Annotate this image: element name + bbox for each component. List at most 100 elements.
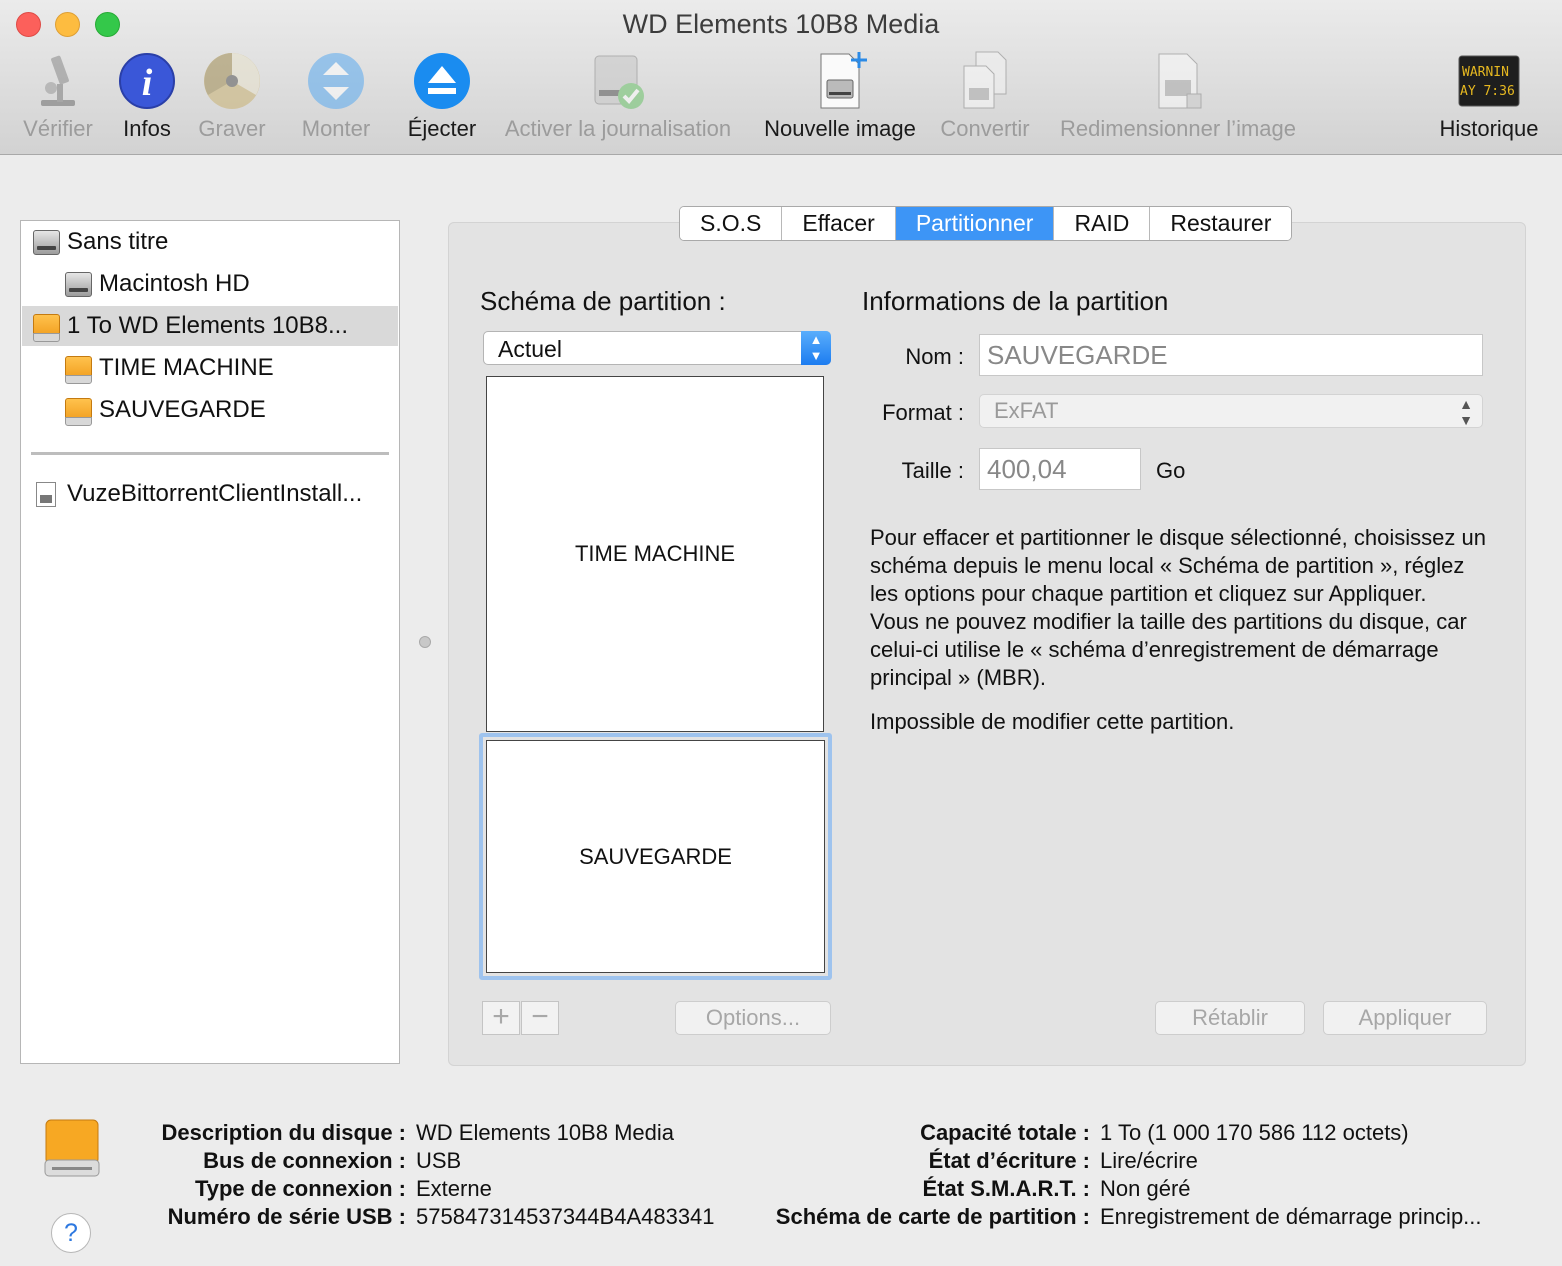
info-label: Infos <box>123 116 171 141</box>
external-volume-icon <box>65 398 92 426</box>
partition-block-label: SAUVEGARDE <box>579 843 732 869</box>
add-partition-button[interactable]: + <box>482 1001 520 1035</box>
partition-map-label: Schéma de carte de partition : <box>775 1204 1090 1229</box>
connection-type-label: Type de connexion : <box>194 1176 406 1201</box>
smart-status-value: Non géré <box>1100 1176 1191 1201</box>
burn-label: Graver <box>198 116 266 141</box>
options-button[interactable]: Options... <box>675 1001 831 1035</box>
sidebar-item-label: TIME MACHINE <box>99 354 274 381</box>
split-view-handle[interactable] <box>419 636 431 648</box>
remove-partition-button[interactable]: − <box>521 1001 559 1035</box>
partition-help-text: Pour effacer et partitionner le disque s… <box>870 524 1490 752</box>
name-label: Nom : <box>905 344 964 369</box>
popup-stepper-icon: ▲ ▼ <box>801 331 831 365</box>
sidebar-item-label: Sans titre <box>67 228 169 255</box>
eject-label: Éjecter <box>407 116 477 141</box>
resize-image-icon <box>1158 53 1202 109</box>
enable-journaling-label: Activer la journalisation <box>504 116 732 141</box>
tab-partition[interactable]: Partitionner <box>895 207 1055 240</box>
tab-erase[interactable]: Effacer <box>782 207 896 240</box>
mount-button[interactable]: Monter <box>292 50 380 150</box>
sidebar-item-sans-titre[interactable]: Sans titre <box>22 222 398 262</box>
convert-button[interactable]: Convertir <box>934 50 1036 150</box>
verify-button[interactable]: Vérifier <box>14 50 102 150</box>
convert-icon <box>963 51 1007 109</box>
tab-bar: S.O.S Effacer Partitionner RAID Restaure… <box>679 206 1293 241</box>
journaling-disk-icon <box>594 55 644 109</box>
hard-disk-icon <box>65 272 92 297</box>
external-volume-icon <box>65 356 92 384</box>
console-log-icon: WARNIN AY 7:36 <box>1458 55 1520 107</box>
partition-block-label: TIME MACHINE <box>574 541 736 566</box>
info-button[interactable]: i Infos <box>112 50 182 150</box>
size-unit-label: Go <box>1156 458 1186 483</box>
history-icon-line-2: AY 7:36 <box>1460 84 1515 99</box>
apply-button[interactable]: Appliquer <box>1323 1001 1487 1035</box>
window-title: WD Elements 10B8 Media <box>622 9 940 39</box>
tab-first-aid[interactable]: S.O.S <box>680 207 783 240</box>
history-label: Historique <box>1439 116 1539 141</box>
connection-bus-label: Bus de connexion : <box>203 1148 406 1173</box>
disk-image-file-icon <box>36 482 56 507</box>
partition-format-value: ExFAT <box>994 398 1059 423</box>
help-paragraph: Vous ne pouvez modifier la taille des pa… <box>870 609 1467 690</box>
sidebar-item-time-machine[interactable]: TIME MACHINE <box>22 348 398 388</box>
sidebar-item-vuze-installer[interactable]: VuzeBittorrentClientInstall... <box>22 474 398 514</box>
resize-image-button[interactable]: Redimensionner l’image <box>1048 50 1308 150</box>
burn-disc-icon <box>204 53 260 109</box>
partition-size-field[interactable]: 400,04 <box>979 448 1141 490</box>
history-icon-line-1: WARNIN <box>1462 65 1509 80</box>
disk-sidebar: Sans titre Macintosh HD 1 To WD Elements… <box>20 220 400 1064</box>
partition-block-sauvegarde[interactable]: SAUVEGARDE <box>486 740 825 973</box>
chevron-updown-icon: ▲ ▼ <box>1459 396 1473 428</box>
partition-format-select[interactable]: ExFAT ▲ ▼ <box>979 394 1483 428</box>
help-paragraph: Pour effacer et partitionner le disque s… <box>870 525 1486 606</box>
mount-icon <box>308 53 364 109</box>
history-button[interactable]: WARNIN AY 7:36 Historique <box>1430 50 1548 150</box>
partition-map-value: Enregistrement de démarrage princip... <box>1100 1204 1482 1229</box>
sidebar-item-wd-elements[interactable]: 1 To WD Elements 10B8... <box>22 306 398 346</box>
sidebar-item-label: Macintosh HD <box>99 270 250 297</box>
connection-bus-value: USB <box>416 1148 462 1173</box>
external-disk-icon <box>33 314 60 342</box>
revert-button[interactable]: Rétablir <box>1155 1001 1305 1035</box>
partition-scheme-select[interactable]: Actuel ▲ ▼ <box>483 331 831 365</box>
usb-serial-value: 575847314537344B4A483341 <box>416 1204 715 1229</box>
microscope-icon <box>41 55 75 106</box>
verify-label: Vérifier <box>23 116 93 141</box>
connection-type-value: Externe <box>416 1176 492 1201</box>
partition-scheme-value: Actuel <box>498 336 562 362</box>
eject-icon <box>414 53 470 109</box>
total-capacity-label: Capacité totale : <box>920 1120 1090 1145</box>
write-status-value: Lire/écrire <box>1100 1148 1198 1173</box>
toolbar: WD Elements 10B8 Media Vérifier i Infos … <box>0 0 1562 155</box>
tab-restore[interactable]: Restaurer <box>1150 207 1292 240</box>
size-label: Taille : <box>901 458 964 483</box>
partition-selection-highlight: SAUVEGARDE <box>479 733 832 980</box>
burn-button[interactable]: Graver <box>192 50 272 150</box>
sidebar-item-label: SAUVEGARDE <box>99 396 266 423</box>
sidebar-item-macintosh-hd[interactable]: Macintosh HD <box>22 264 398 304</box>
hard-disk-icon <box>33 230 60 255</box>
eject-button[interactable]: Éjecter <box>400 50 484 150</box>
convert-label: Convertir <box>940 116 1030 141</box>
usb-serial-label: Numéro de série USB : <box>167 1204 406 1229</box>
mount-label: Monter <box>301 116 371 141</box>
help-button[interactable]: ? <box>51 1213 91 1253</box>
partition-name-field[interactable]: SAUVEGARDE <box>979 334 1483 376</box>
sidebar-item-label: VuzeBittorrentClientInstall... <box>67 480 363 507</box>
sidebar-item-sauvegarde[interactable]: SAUVEGARDE <box>22 390 398 430</box>
format-label: Format : <box>882 400 964 425</box>
disk-description-label: Description du disque : <box>161 1120 406 1145</box>
svg-text:i: i <box>142 62 153 104</box>
info-icon: i <box>119 53 175 109</box>
sidebar-item-label: 1 To WD Elements 10B8... <box>67 312 349 339</box>
partition-scheme-heading: Schéma de partition : <box>480 286 726 316</box>
tab-raid[interactable]: RAID <box>1054 207 1151 240</box>
resize-image-label: Redimensionner l’image <box>1059 116 1296 141</box>
partition-block-time-machine[interactable]: TIME MACHINE <box>486 376 824 732</box>
new-image-icon <box>820 52 867 109</box>
partition-info-heading: Informations de la partition <box>862 286 1169 316</box>
new-image-button[interactable]: Nouvelle image <box>756 50 924 150</box>
enable-journaling-button[interactable]: Activer la journalisation <box>494 50 742 150</box>
